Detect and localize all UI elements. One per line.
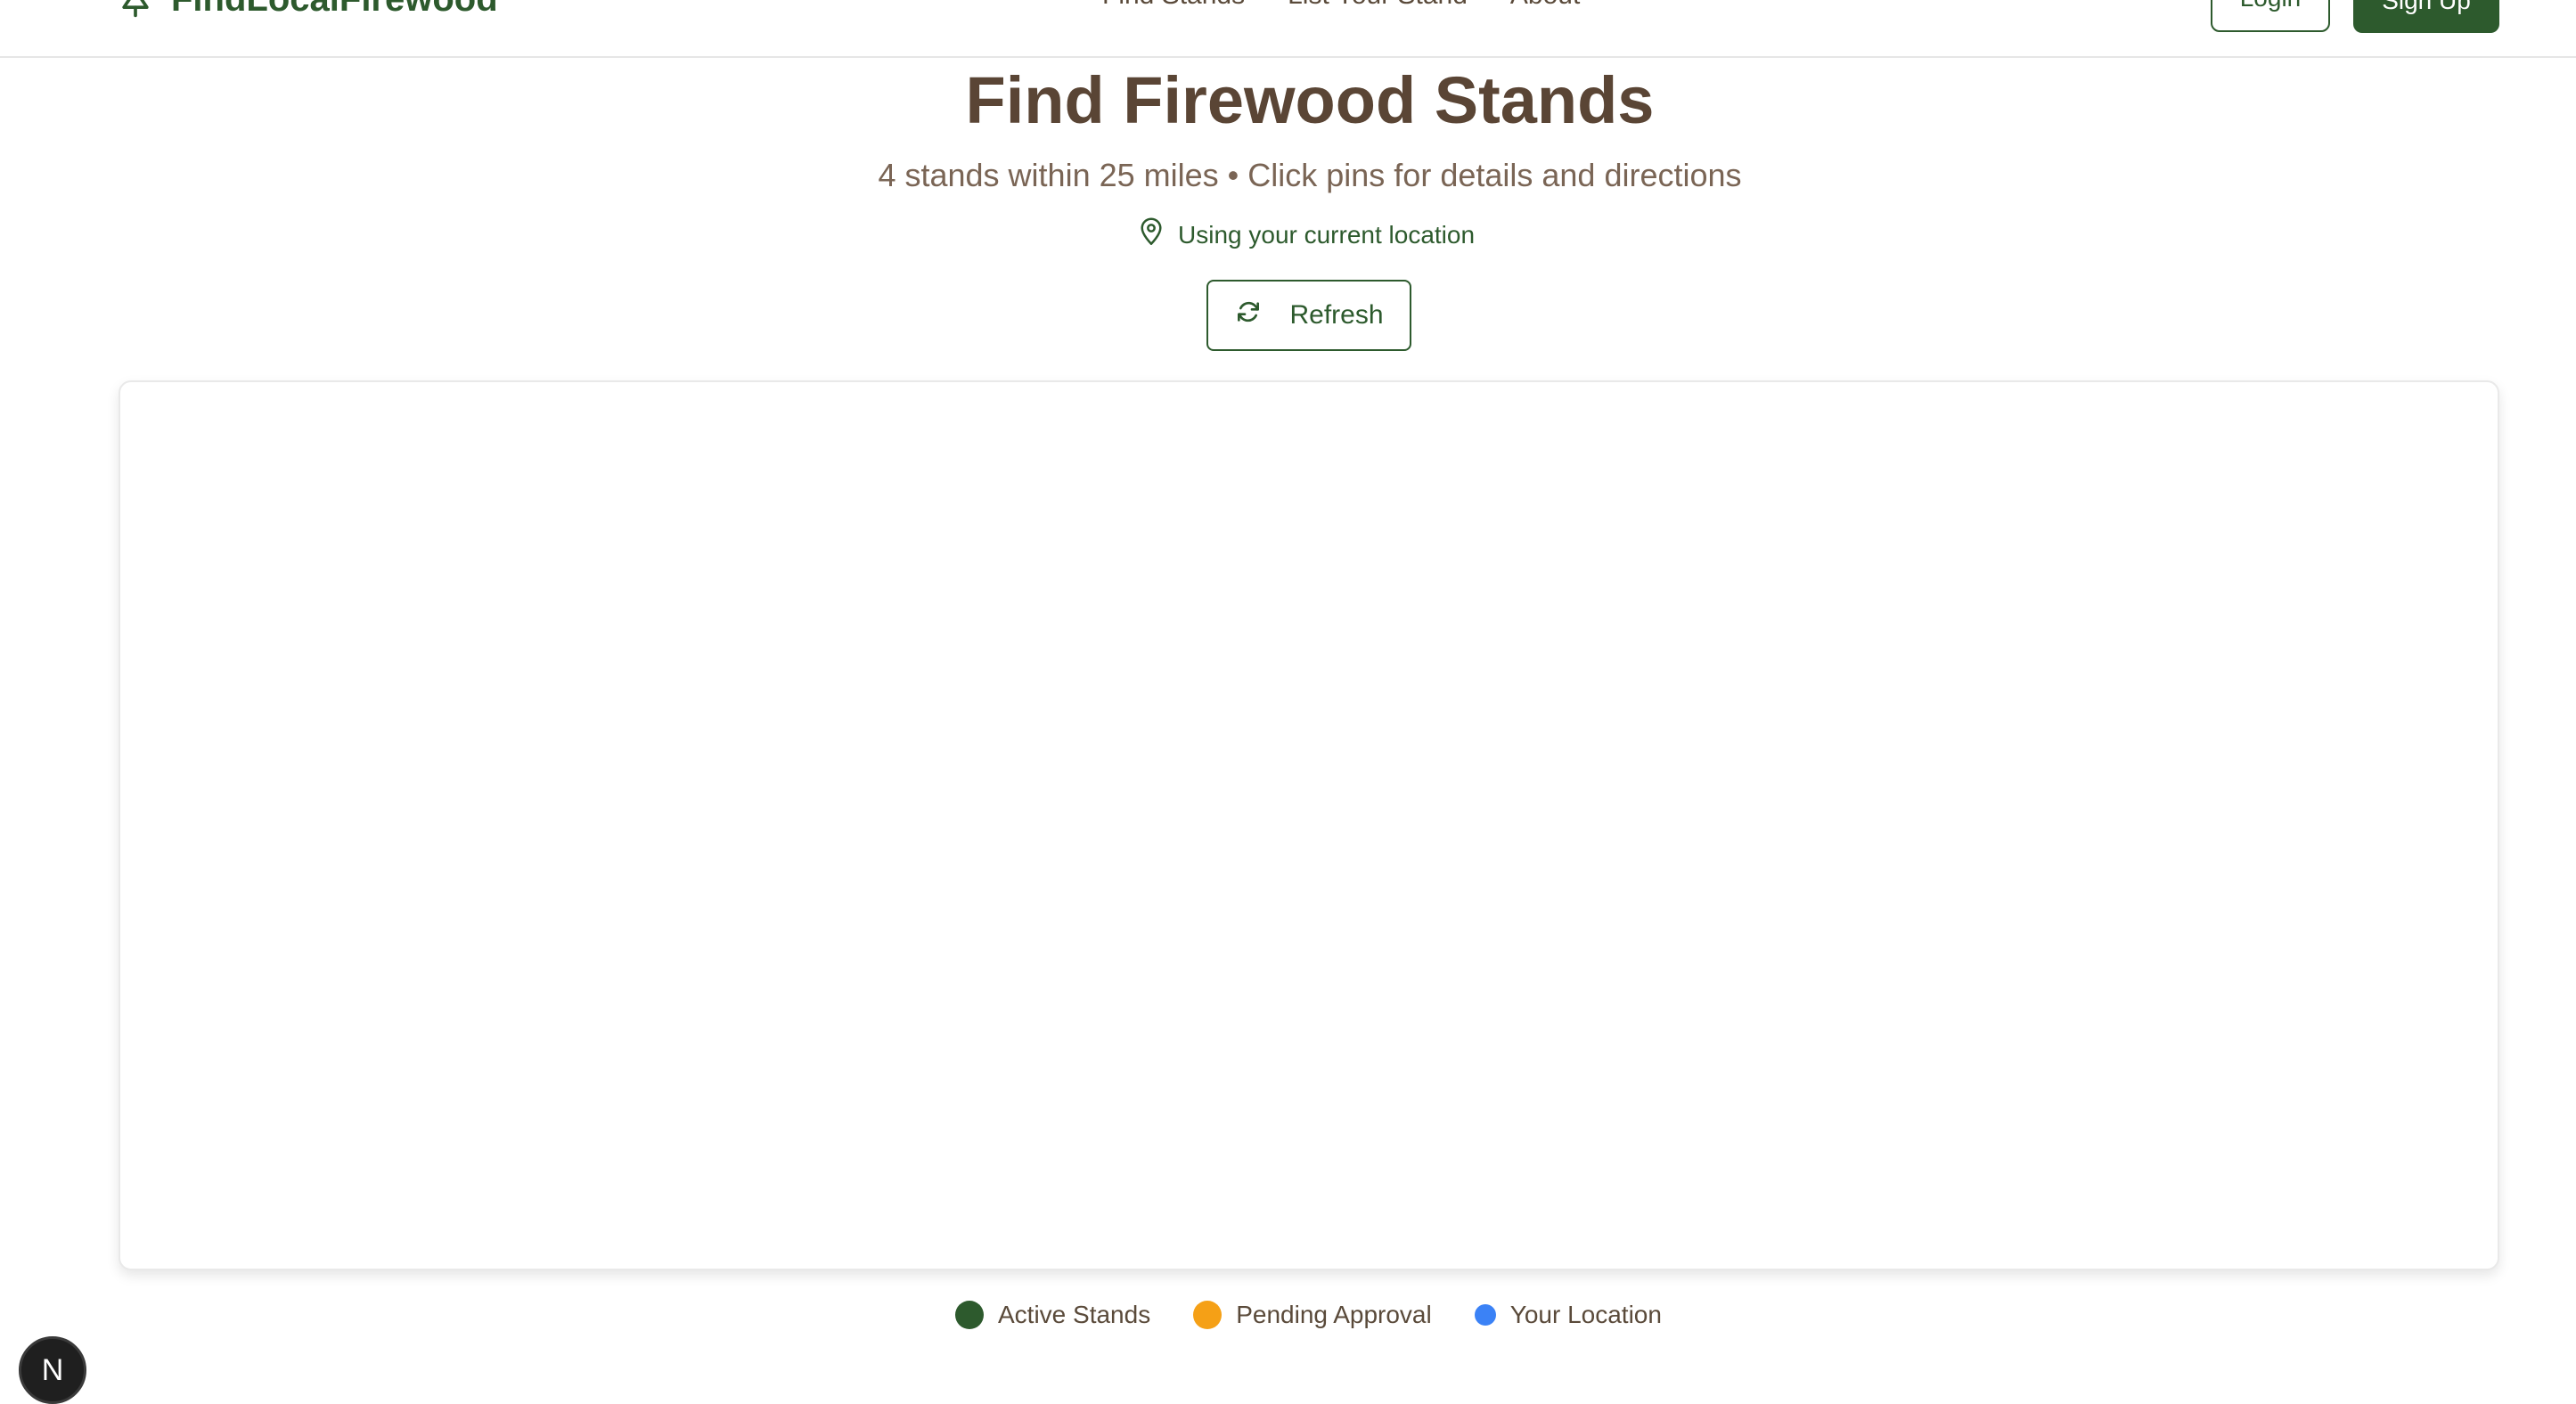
brand-name: FindLocalFirewood (171, 0, 498, 20)
pending-stand-dot (1193, 1301, 1223, 1329)
nav-find-stands[interactable]: Find Stands (1102, 0, 1245, 11)
nextjs-dev-badge[interactable]: N (19, 1336, 86, 1404)
legend-pending-approval: Pending Approval (1193, 1301, 1432, 1329)
refresh-label: Refresh (1289, 300, 1384, 330)
location-text: Using your current location (1178, 220, 1476, 249)
legend-label: Active Stands (998, 1301, 1151, 1328)
legend-label: Pending Approval (1236, 1301, 1432, 1328)
login-button[interactable]: Login (2211, 0, 2330, 32)
nav-about[interactable]: About (1510, 0, 1580, 11)
refresh-button[interactable]: Refresh (1206, 280, 1411, 351)
nav-list-your-stand[interactable]: List Your Stand (1288, 0, 1468, 11)
main-nav: Find Stands List Your Stand About (1102, 0, 1580, 11)
legend-active-stands: Active Stands (955, 1301, 1150, 1329)
site-header: FindLocalFirewood Find Stands List Your … (0, 0, 2576, 58)
signup-button[interactable]: Sign Up (2353, 0, 2499, 33)
map-legend: Active Stands Pending Approval Your Loca… (955, 1301, 1662, 1329)
your-location-dot (1474, 1304, 1496, 1326)
tree-icon (116, 0, 155, 19)
brand-logo[interactable]: FindLocalFirewood (116, 0, 498, 21)
stands-map[interactable] (119, 380, 2499, 1270)
page-subtitle: 4 stands within 25 miles • Click pins fo… (878, 157, 1742, 193)
location-status: Using your current location (1139, 217, 1475, 252)
legend-label: Your Location (1509, 1301, 1662, 1328)
refresh-icon (1234, 298, 1263, 333)
active-stand-dot (955, 1301, 984, 1329)
page-title: Find Firewood Stands (965, 63, 1655, 137)
map-pin-icon (1139, 217, 1164, 252)
legend-your-location: Your Location (1474, 1301, 1662, 1329)
